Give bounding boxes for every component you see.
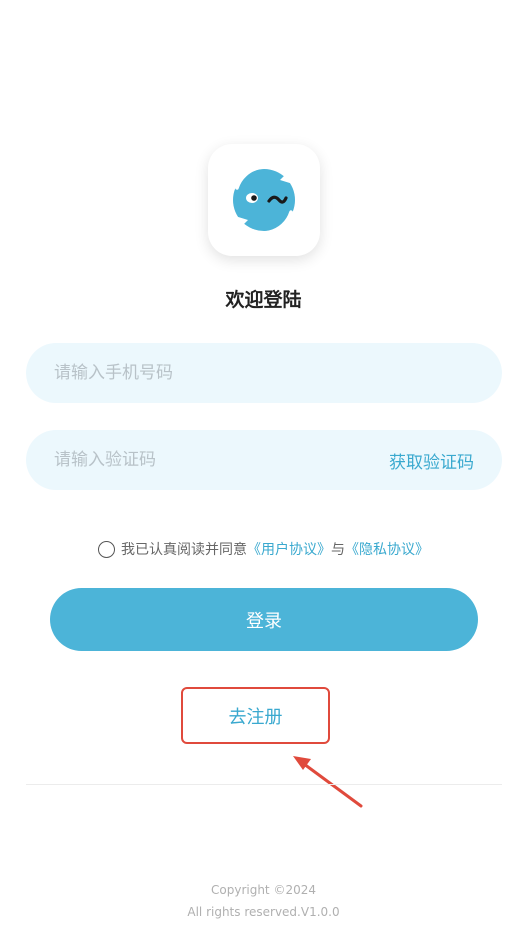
app-logo	[208, 144, 320, 256]
get-code-button[interactable]: 获取验证码	[389, 448, 474, 473]
winking-face-refresh-icon	[233, 165, 295, 235]
login-button[interactable]: 登录	[50, 588, 478, 651]
agreement-row: 我已认真阅读并同意 《用户协议》 与 《隐私协议》	[0, 539, 527, 559]
phone-input[interactable]	[54, 363, 474, 383]
agreement-radio[interactable]	[98, 540, 115, 558]
verification-code-field[interactable]: 获取验证码	[26, 430, 502, 490]
user-agreement-link[interactable]: 《用户协议》	[247, 539, 331, 559]
copyright-text: Copyright ©2024	[211, 883, 316, 897]
verification-code-input[interactable]	[54, 450, 389, 470]
agreement-conjunction: 与	[331, 542, 345, 558]
agreement-text: 我已认真阅读并同意	[121, 542, 247, 558]
version-text: All rights reserved.V1.0.0	[187, 905, 340, 919]
divider	[26, 784, 502, 785]
privacy-policy-link[interactable]: 《隐私协议》	[345, 539, 429, 559]
phone-field[interactable]	[26, 343, 502, 403]
welcome-title: 欢迎登陆	[225, 289, 302, 311]
register-link[interactable]: 去注册	[181, 687, 330, 744]
